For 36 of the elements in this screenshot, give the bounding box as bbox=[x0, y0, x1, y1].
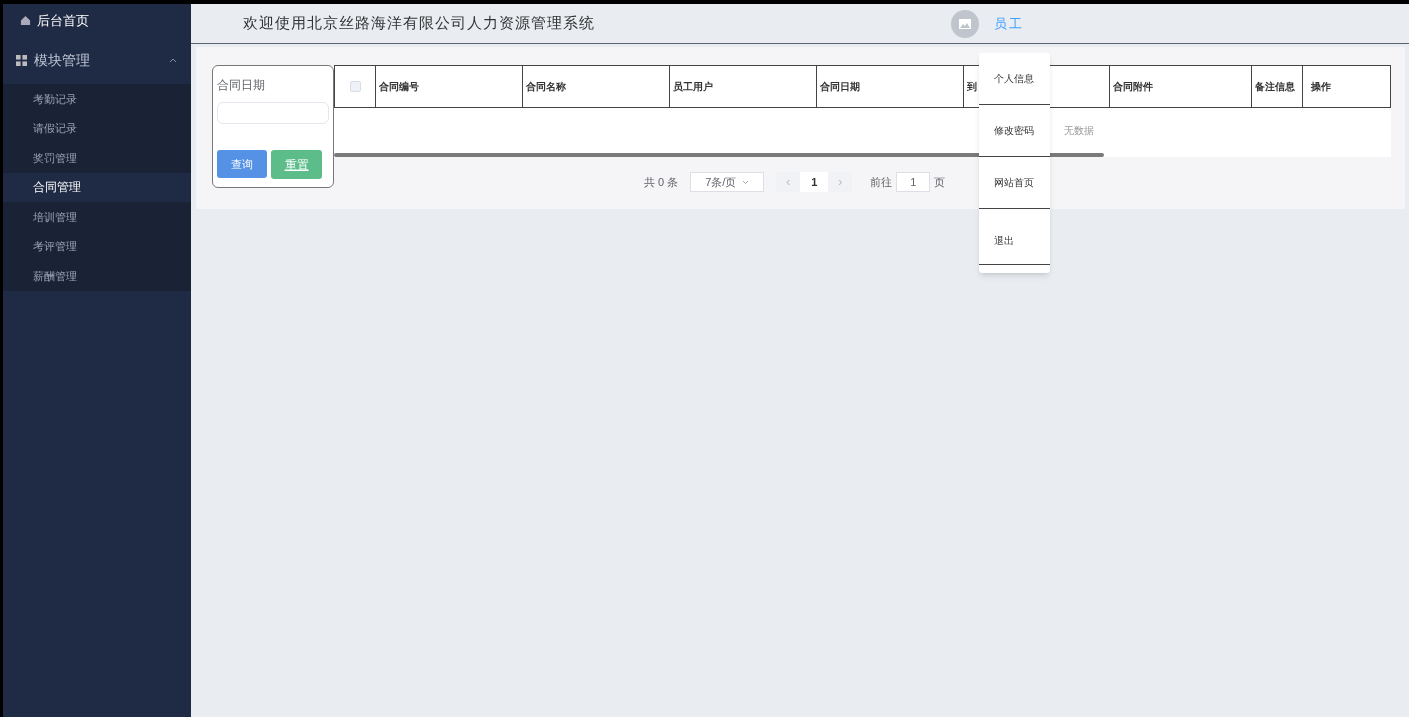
column-header: 合同编号 bbox=[376, 66, 523, 107]
home-menu-item[interactable]: 后台首页 bbox=[3, 4, 191, 37]
goto-label: 前往 bbox=[870, 174, 893, 190]
dropdown-menu-item[interactable]: 网站首页 bbox=[979, 157, 1050, 209]
sidebar-item[interactable]: 请假记录 bbox=[3, 113, 191, 143]
page-button[interactable]: 1 bbox=[800, 172, 829, 192]
column-header: 备注信息 bbox=[1252, 66, 1303, 107]
empty-message: 无数据 bbox=[1064, 124, 1094, 138]
sidebar-item[interactable]: 薪酬管理 bbox=[3, 261, 191, 291]
sidebar-item[interactable]: 奖罚管理 bbox=[3, 143, 191, 173]
page-size-select[interactable]: 7条/页 bbox=[690, 172, 765, 192]
goto-suffix: 页 bbox=[934, 174, 946, 190]
filter-label: 合同日期 bbox=[217, 77, 266, 94]
column-header: 操作 bbox=[1310, 80, 1332, 94]
goto-page-field[interactable]: 1 bbox=[896, 172, 931, 192]
sidebar-item[interactable]: 考勤记录 bbox=[3, 84, 191, 114]
module-menu-group[interactable]: 模块管理 bbox=[3, 37, 191, 84]
column-header: 合同名称 bbox=[523, 66, 670, 107]
column-header: 合同日期 bbox=[817, 66, 964, 107]
chevron-icon bbox=[169, 58, 177, 63]
date-field[interactable] bbox=[217, 102, 329, 124]
chevron-icon bbox=[742, 180, 750, 184]
total-count: 共 0 条 bbox=[644, 174, 679, 190]
system-title: 欢迎使用北京丝路海洋有限公司人力资源管理系统 bbox=[243, 13, 596, 35]
sidebar-item[interactable]: 培训管理 bbox=[3, 202, 191, 232]
dropdown-menu-item[interactable]: 个人信息 bbox=[979, 53, 1050, 105]
sidebar-item[interactable]: 考评管理 bbox=[3, 231, 191, 261]
home-icon bbox=[20, 15, 31, 26]
avatar-icon bbox=[951, 9, 979, 38]
column-header: 合同附件 bbox=[1110, 66, 1252, 107]
dropdown-menu-item[interactable]: 退出 bbox=[979, 209, 1050, 265]
select-all-checkbox[interactable] bbox=[349, 81, 361, 92]
dropdown-menu-item[interactable]: 修改密码 bbox=[979, 105, 1050, 157]
grid-icon bbox=[16, 55, 27, 66]
column-header: 员工用户 bbox=[670, 66, 817, 107]
sidebar-item[interactable]: 合同管理 bbox=[3, 172, 191, 202]
